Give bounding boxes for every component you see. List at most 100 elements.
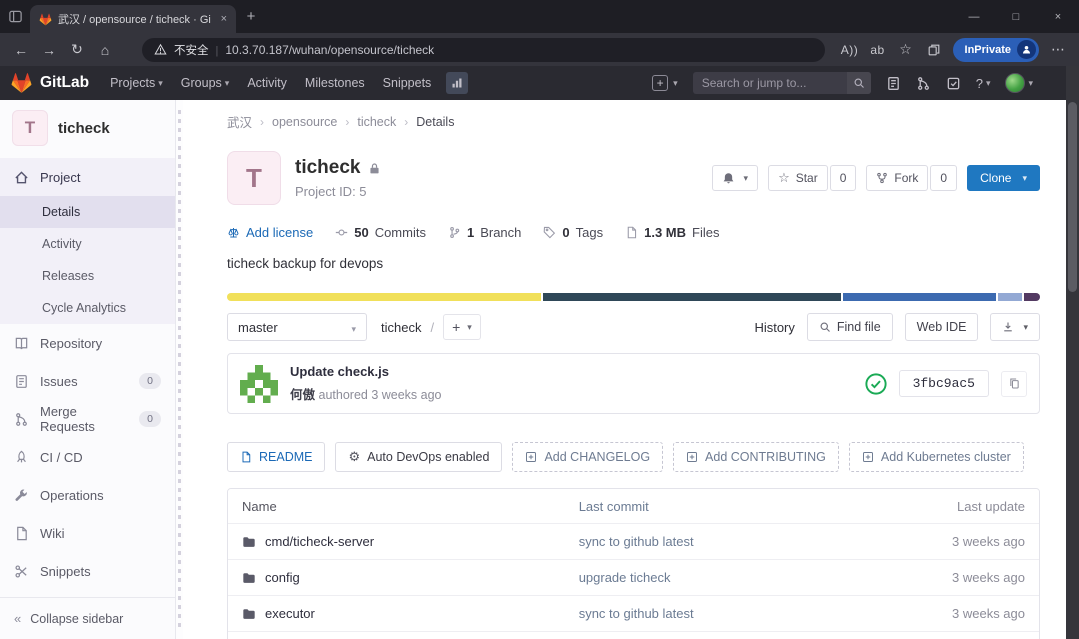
sidebar-item-project[interactable]: Project xyxy=(0,158,175,196)
breadcrumb-group-link[interactable]: 武汉 xyxy=(227,112,252,131)
sidebar-item-issues[interactable]: Issues 0 xyxy=(0,362,175,400)
sidebar-scrollbar[interactable] xyxy=(176,100,183,639)
refresh-button[interactable]: ↻ xyxy=(64,37,90,63)
browser-tab[interactable]: 武汉 / opensource / ticheck · Gi × xyxy=(30,5,236,33)
pipeline-status-icon[interactable] xyxy=(865,373,887,395)
address-bar[interactable]: 不安全 10.3.70.187/wuhan/opensource/ticheck xyxy=(142,38,825,62)
gitlab-logo[interactable]: GitLab xyxy=(10,72,89,94)
commit-message-link[interactable]: sync to github latest xyxy=(579,606,694,621)
user-menu[interactable] xyxy=(1005,73,1033,93)
tab-close-icon[interactable]: × xyxy=(221,13,227,25)
issues-icon[interactable] xyxy=(886,76,901,91)
search-input[interactable] xyxy=(702,76,836,90)
files-stat[interactable]: 1.3 MB Files xyxy=(625,225,719,240)
sidebar-item-wiki[interactable]: Wiki xyxy=(0,514,175,552)
table-row[interactable]: internal sync to github latest 3 weeks a… xyxy=(228,631,1039,639)
fork-button[interactable]: Fork xyxy=(866,165,928,191)
notifications-bell-button[interactable] xyxy=(712,165,759,191)
readme-button[interactable]: README xyxy=(227,442,325,472)
find-file-button[interactable]: Find file xyxy=(807,313,893,341)
file-name-link[interactable]: cmd/ticheck-server xyxy=(265,534,374,549)
table-row[interactable]: cmd/ticheck-server sync to github latest… xyxy=(228,523,1039,559)
window-maximize-button[interactable]: □ xyxy=(995,11,1037,23)
table-row[interactable]: config upgrade ticheck 3 weeks ago xyxy=(228,559,1039,595)
nav-milestones-link[interactable]: Milestones xyxy=(296,76,374,90)
browser-menu-button[interactable]: ⋯ xyxy=(1045,37,1071,63)
repo-root-link[interactable]: ticheck xyxy=(381,320,421,335)
search-icon xyxy=(819,321,831,333)
gear-icon xyxy=(348,449,360,465)
fork-count[interactable]: 0 xyxy=(930,165,957,191)
branch-selector[interactable]: master xyxy=(227,313,367,341)
file-name-link[interactable]: config xyxy=(265,570,300,585)
sidebar-item-merge-requests[interactable]: Merge Requests 0 xyxy=(0,400,175,438)
home-button[interactable]: ⌂ xyxy=(92,37,118,63)
clone-button[interactable]: Clone xyxy=(967,165,1040,191)
branches-stat[interactable]: 1 Branch xyxy=(448,225,521,240)
sidebar-item-cicd[interactable]: CI / CD xyxy=(0,438,175,476)
forward-button[interactable]: → xyxy=(36,37,62,63)
star-count[interactable]: 0 xyxy=(830,165,857,191)
breadcrumb-subgroup-link[interactable]: opensource xyxy=(272,115,337,129)
inprivate-badge[interactable]: InPrivate xyxy=(953,38,1039,62)
nav-snippets-link[interactable]: Snippets xyxy=(374,76,441,90)
add-kubernetes-button[interactable]: Add Kubernetes cluster xyxy=(849,442,1024,472)
sidebar-project-header[interactable]: T ticheck xyxy=(0,100,175,158)
page-scrollbar[interactable] xyxy=(1066,66,1079,639)
sidebar-item-operations[interactable]: Operations xyxy=(0,476,175,514)
search-icon[interactable] xyxy=(847,72,871,94)
commit-title-link[interactable]: Update check.js xyxy=(290,364,442,379)
doc-icon xyxy=(240,451,252,463)
tags-stat[interactable]: 0 Tags xyxy=(543,225,603,240)
table-row[interactable]: executor sync to github latest 3 weeks a… xyxy=(228,595,1039,631)
workspace-icon[interactable] xyxy=(0,0,30,33)
star-button[interactable]: Star xyxy=(768,165,828,191)
global-search[interactable] xyxy=(693,72,871,94)
new-tab-button[interactable]: + xyxy=(236,8,266,25)
sidebar-item-releases[interactable]: Releases xyxy=(0,260,175,292)
download-dropdown[interactable] xyxy=(990,313,1040,341)
sidebar-item-activity[interactable]: Activity xyxy=(0,228,175,260)
project-actions: Star 0 Fork 0 Clone xyxy=(712,165,1040,191)
commit-author-link[interactable]: 何傲 xyxy=(290,388,315,402)
scrollbar-thumb[interactable] xyxy=(1068,102,1077,292)
back-button[interactable]: ← xyxy=(8,37,34,63)
file-icon xyxy=(625,226,638,239)
window-minimize-button[interactable]: — xyxy=(953,11,995,23)
web-ide-button[interactable]: Web IDE xyxy=(905,313,979,341)
commit-message-link[interactable]: upgrade ticheck xyxy=(579,570,671,585)
sidebar-item-details[interactable]: Details xyxy=(0,196,175,228)
plus-icon: + xyxy=(652,75,668,91)
commit-message-link[interactable]: sync to github latest xyxy=(579,534,694,549)
auto-devops-button[interactable]: Auto DevOps enabled xyxy=(335,442,502,472)
add-changelog-button[interactable]: Add CHANGELOG xyxy=(512,442,663,472)
todos-icon[interactable] xyxy=(946,76,961,91)
copy-sha-button[interactable] xyxy=(1001,371,1027,397)
translate-icon[interactable]: ab xyxy=(865,37,891,63)
history-button[interactable]: History xyxy=(754,320,794,335)
breadcrumb-project-link[interactable]: ticheck xyxy=(357,115,396,129)
language-bar[interactable] xyxy=(227,293,1040,301)
book-icon xyxy=(14,336,30,351)
collapse-sidebar-button[interactable]: Collapse sidebar xyxy=(0,597,175,639)
merge-requests-icon[interactable] xyxy=(916,76,931,91)
nav-projects-menu[interactable]: Projects xyxy=(101,76,172,90)
read-aloud-icon[interactable]: A)) xyxy=(837,37,863,63)
file-name-link[interactable]: executor xyxy=(265,606,315,621)
sidebar-item-repository[interactable]: Repository xyxy=(0,324,175,362)
add-license-link[interactable]: Add license xyxy=(227,225,313,240)
new-dropdown[interactable]: + xyxy=(652,75,678,91)
nav-activity-link[interactable]: Activity xyxy=(238,76,296,90)
window-close-button[interactable]: × xyxy=(1037,11,1079,23)
commits-stat[interactable]: 50 Commits xyxy=(335,225,426,240)
commit-sha[interactable]: 3fbc9ac5 xyxy=(899,370,989,397)
sidebar-item-cycle-analytics[interactable]: Cycle Analytics xyxy=(0,292,175,324)
help-menu[interactable]: ? xyxy=(976,76,991,91)
collections-icon[interactable] xyxy=(921,37,947,63)
add-favorite-star-icon[interactable]: ☆ xyxy=(893,37,919,63)
add-file-dropdown[interactable]: + xyxy=(443,314,481,340)
nav-groups-menu[interactable]: Groups xyxy=(172,76,239,90)
analytics-chart-icon[interactable] xyxy=(446,72,468,94)
sidebar-item-snippets[interactable]: Snippets xyxy=(0,552,175,590)
add-contributing-button[interactable]: Add CONTRIBUTING xyxy=(673,442,839,472)
